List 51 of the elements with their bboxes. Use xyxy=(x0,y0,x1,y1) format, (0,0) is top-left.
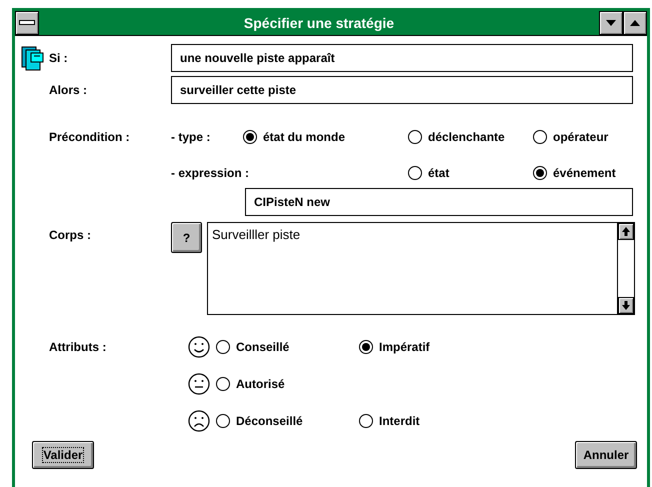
radio-label[interactable]: déclenchante xyxy=(428,128,505,146)
scrollbar[interactable] xyxy=(617,223,634,314)
window-title: Spécifier une stratégie xyxy=(242,14,396,33)
radio-label[interactable]: opérateur xyxy=(553,128,608,146)
text-field[interactable]: surveiller cette piste xyxy=(171,76,633,104)
radio-label[interactable]: état du monde xyxy=(263,128,346,146)
down-triangle-icon xyxy=(606,20,616,26)
radio-label[interactable]: Interdit xyxy=(379,412,420,430)
radio-button[interactable] xyxy=(408,166,422,180)
minimize-button[interactable] xyxy=(599,11,623,35)
expression-field[interactable]: CIPisteN new xyxy=(245,188,633,216)
radio-button[interactable] xyxy=(216,377,230,391)
smiling-face-icon xyxy=(188,336,210,358)
dash-icon xyxy=(19,20,35,26)
text-area[interactable]: Surveilller piste xyxy=(207,222,635,315)
radio-button[interactable] xyxy=(216,414,230,428)
field-label: Précondition : xyxy=(49,130,130,144)
up-arrow-icon xyxy=(622,227,630,236)
radio-button[interactable] xyxy=(359,340,373,354)
neutral-face-icon xyxy=(188,373,210,395)
option-label: - expression : xyxy=(171,165,250,182)
field-label: Alors : xyxy=(49,82,88,99)
radio-label[interactable]: Autorisé xyxy=(236,375,285,393)
field-label: Attributs : xyxy=(49,340,106,354)
field-label: Si : xyxy=(49,50,68,67)
scroll-down-button[interactable] xyxy=(618,297,634,314)
maximize-button[interactable] xyxy=(623,11,647,35)
radio-label[interactable]: état xyxy=(428,164,450,182)
radio-label[interactable]: Déconseillé xyxy=(236,412,303,430)
dialog-button[interactable]: Valider xyxy=(32,441,94,469)
radio-label[interactable]: Conseillé xyxy=(236,338,290,356)
help-button[interactable]: ? xyxy=(171,222,202,253)
dialog-button[interactable]: Annuler xyxy=(575,441,637,469)
radio-button[interactable] xyxy=(408,130,422,144)
radio-button[interactable] xyxy=(533,166,547,180)
text-field[interactable]: une nouvelle piste apparaît xyxy=(171,44,633,72)
field-label: Corps : xyxy=(49,228,91,242)
up-triangle-icon xyxy=(630,20,640,26)
radio-button[interactable] xyxy=(216,340,230,354)
down-arrow-icon xyxy=(622,301,630,310)
scroll-up-button[interactable] xyxy=(618,223,634,240)
text-area-content: Surveilller piste xyxy=(211,226,302,244)
radio-label[interactable]: événement xyxy=(553,164,616,182)
system-menu-button[interactable] xyxy=(15,11,39,35)
radio-button[interactable] xyxy=(359,414,373,428)
radio-button[interactable] xyxy=(533,130,547,144)
app-icon xyxy=(21,45,45,71)
radio-button[interactable] xyxy=(243,130,257,144)
frowning-face-icon xyxy=(188,410,210,432)
option-label: - type : xyxy=(171,129,212,146)
radio-label[interactable]: Impératif xyxy=(379,338,430,356)
